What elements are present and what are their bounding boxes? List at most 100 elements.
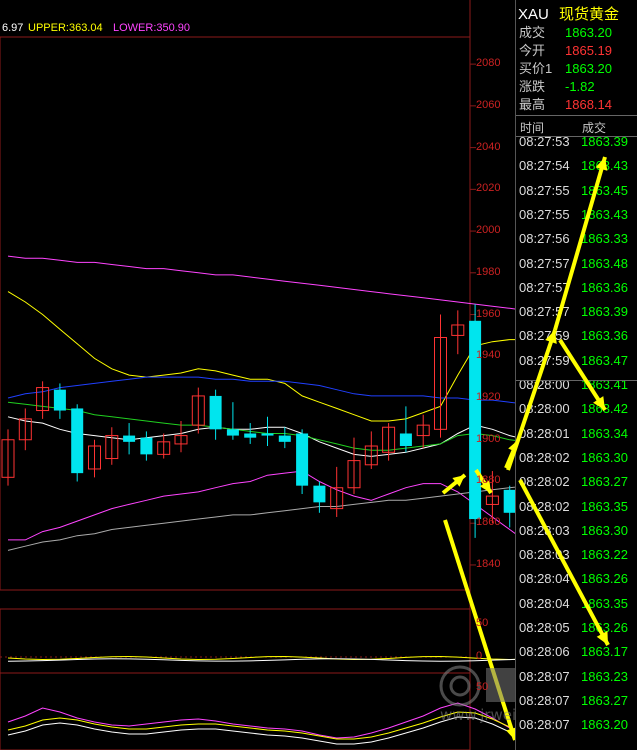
candle-body (244, 433, 257, 438)
tick-price: 1863.36 (581, 279, 628, 295)
candle-body (503, 489, 515, 513)
tick-time: 08:28:03 (519, 547, 570, 563)
tick-time: 08:28:02 (519, 474, 570, 490)
tick-price: 1863.48 (581, 255, 628, 271)
tick-price: 1863.30 (581, 522, 628, 538)
quote-row: 成交 1863.20 (519, 22, 612, 41)
indicator-upper: UPPER:363.04 (28, 22, 103, 34)
tick-row: 08:28:07 1863.27 (519, 693, 628, 708)
candle-body (140, 437, 153, 455)
quote-label: 成交 (519, 25, 546, 40)
price-tick-label: 1980 (476, 265, 501, 278)
tick-time: 08:28:07 (519, 692, 570, 708)
main-panel-border (0, 36, 471, 591)
quote-value: 1865.19 (565, 43, 612, 58)
quote-label: 买价1 (519, 61, 553, 76)
tick-row: 08:27:55 1863.43 (519, 207, 628, 222)
tick-row: 08:28:03 1863.22 (519, 547, 628, 562)
quote-row: 涨跌 -1.82 (519, 76, 595, 95)
quote-row: 买价1 1863.20 (519, 58, 612, 77)
tick-time: 08:27:57 (519, 279, 570, 295)
tick-price: 1863.43 (581, 206, 628, 222)
sub1-tick-label: 0 (476, 650, 483, 662)
candle-body (278, 435, 291, 442)
tick-row: 08:28:01 1863.34 (519, 426, 628, 441)
panel-divider (516, 136, 637, 137)
series-line-ma-magenta (7, 255, 515, 310)
tick-price: 1863.33 (581, 231, 628, 247)
tick-time: 08:27:59 (519, 352, 570, 368)
price-tick-label: 2000 (476, 224, 501, 237)
price-tick-label: 2020 (476, 182, 501, 195)
quote-value: 1863.20 (565, 25, 612, 40)
tick-row: 08:27:59 1863.36 (519, 328, 628, 343)
sub2-tick-label: 50 (476, 681, 489, 693)
candle-body (313, 485, 326, 503)
tick-price: 1863.26 (581, 571, 628, 587)
candle-body (71, 408, 84, 474)
quote-label: 今开 (519, 43, 546, 58)
sub1-line-b (7, 658, 515, 662)
tick-price: 1863.23 (581, 668, 628, 684)
quote-label: 最高 (519, 97, 546, 112)
tick-price: 1863.35 (581, 498, 628, 514)
tick-row: 08:28:07 1863.23 (519, 669, 628, 684)
panel-divider (516, 380, 637, 381)
tick-row: 08:27:55 1863.45 (519, 183, 628, 198)
tick-row: 08:28:06 1863.17 (519, 644, 628, 659)
watermark: www.jrwei.com (439, 665, 515, 724)
tick-price: 1863.35 (581, 595, 628, 611)
price-tick-label: 1840 (476, 557, 501, 570)
tick-price: 1863.22 (581, 547, 628, 563)
price-tick-label: 1940 (476, 349, 501, 362)
tick-time: 08:28:04 (519, 595, 570, 611)
panel-divider (516, 115, 637, 116)
tick-row: 08:28:04 1863.26 (519, 571, 628, 586)
tick-time: 08:28:05 (519, 620, 570, 635)
tick-time: 08:28:07 (519, 668, 570, 684)
candle-body (261, 433, 274, 436)
watermark-url: www.jrwei.com (440, 706, 515, 724)
quote-row: 最高 1868.14 (519, 94, 612, 113)
tick-row: 08:27:59 1863.47 (519, 353, 628, 368)
sub1-tick-label: 50 (476, 617, 489, 629)
tick-price: 1863.47 (581, 352, 628, 368)
series-line-mid (7, 416, 515, 457)
tick-row: 08:28:07 1863.20 (519, 717, 628, 732)
quote-header: XAU 现货黄金 (518, 3, 619, 24)
tick-price: 1863.36 (581, 328, 628, 344)
indicator-mid: 6.97 (2, 22, 24, 34)
tick-price: 1863.26 (581, 620, 628, 635)
tick-price: 1863.20 (581, 717, 628, 733)
tick-row: 08:27:56 1863.33 (519, 231, 628, 246)
sub2-line-b (7, 711, 515, 740)
indicator-lower: LOWER:350.90 (113, 22, 191, 34)
indicator-header: 6.97 UPPER:363.04 LOWER:350.90 (0, 0, 515, 36)
quote-panel: XAU 现货黄金 成交 1863.20 今开 1865.19 买价1 1863.20 涨跌 -… (515, 0, 637, 750)
quote-value: -1.82 (565, 79, 595, 94)
candle-body (123, 435, 136, 442)
tick-time: 08:27:55 (519, 182, 570, 198)
price-tick-label: 1860 (476, 516, 501, 529)
tick-time: 08:28:07 (519, 717, 570, 733)
tick-price: 1863.42 (581, 401, 628, 417)
tick-time: 08:28:01 (519, 425, 570, 441)
candle-body (399, 433, 412, 447)
candle-body (296, 433, 309, 486)
tick-row: 08:28:02 1863.30 (519, 450, 628, 465)
price-tick-label: 1960 (476, 307, 501, 320)
tick-price: 1863.27 (581, 692, 628, 708)
price-tick-label: 2060 (476, 98, 501, 111)
tick-row: 08:27:57 1863.36 (519, 280, 628, 295)
sub2-line-c (7, 716, 515, 745)
tick-time: 08:27:55 (519, 206, 570, 222)
series-line-lower (8, 470, 515, 541)
candle-body (53, 389, 66, 411)
instrument-name: 现货黄金 (559, 6, 620, 23)
tick-price: 1863.39 (581, 304, 628, 320)
tick-price: 1863.17 (581, 644, 628, 660)
tick-row: 08:27:57 1863.39 (519, 304, 628, 319)
tick-row: 08:28:02 1863.27 (519, 474, 628, 489)
series-line-ma-gray (7, 486, 515, 551)
tick-time: 08:27:54 (519, 158, 570, 174)
